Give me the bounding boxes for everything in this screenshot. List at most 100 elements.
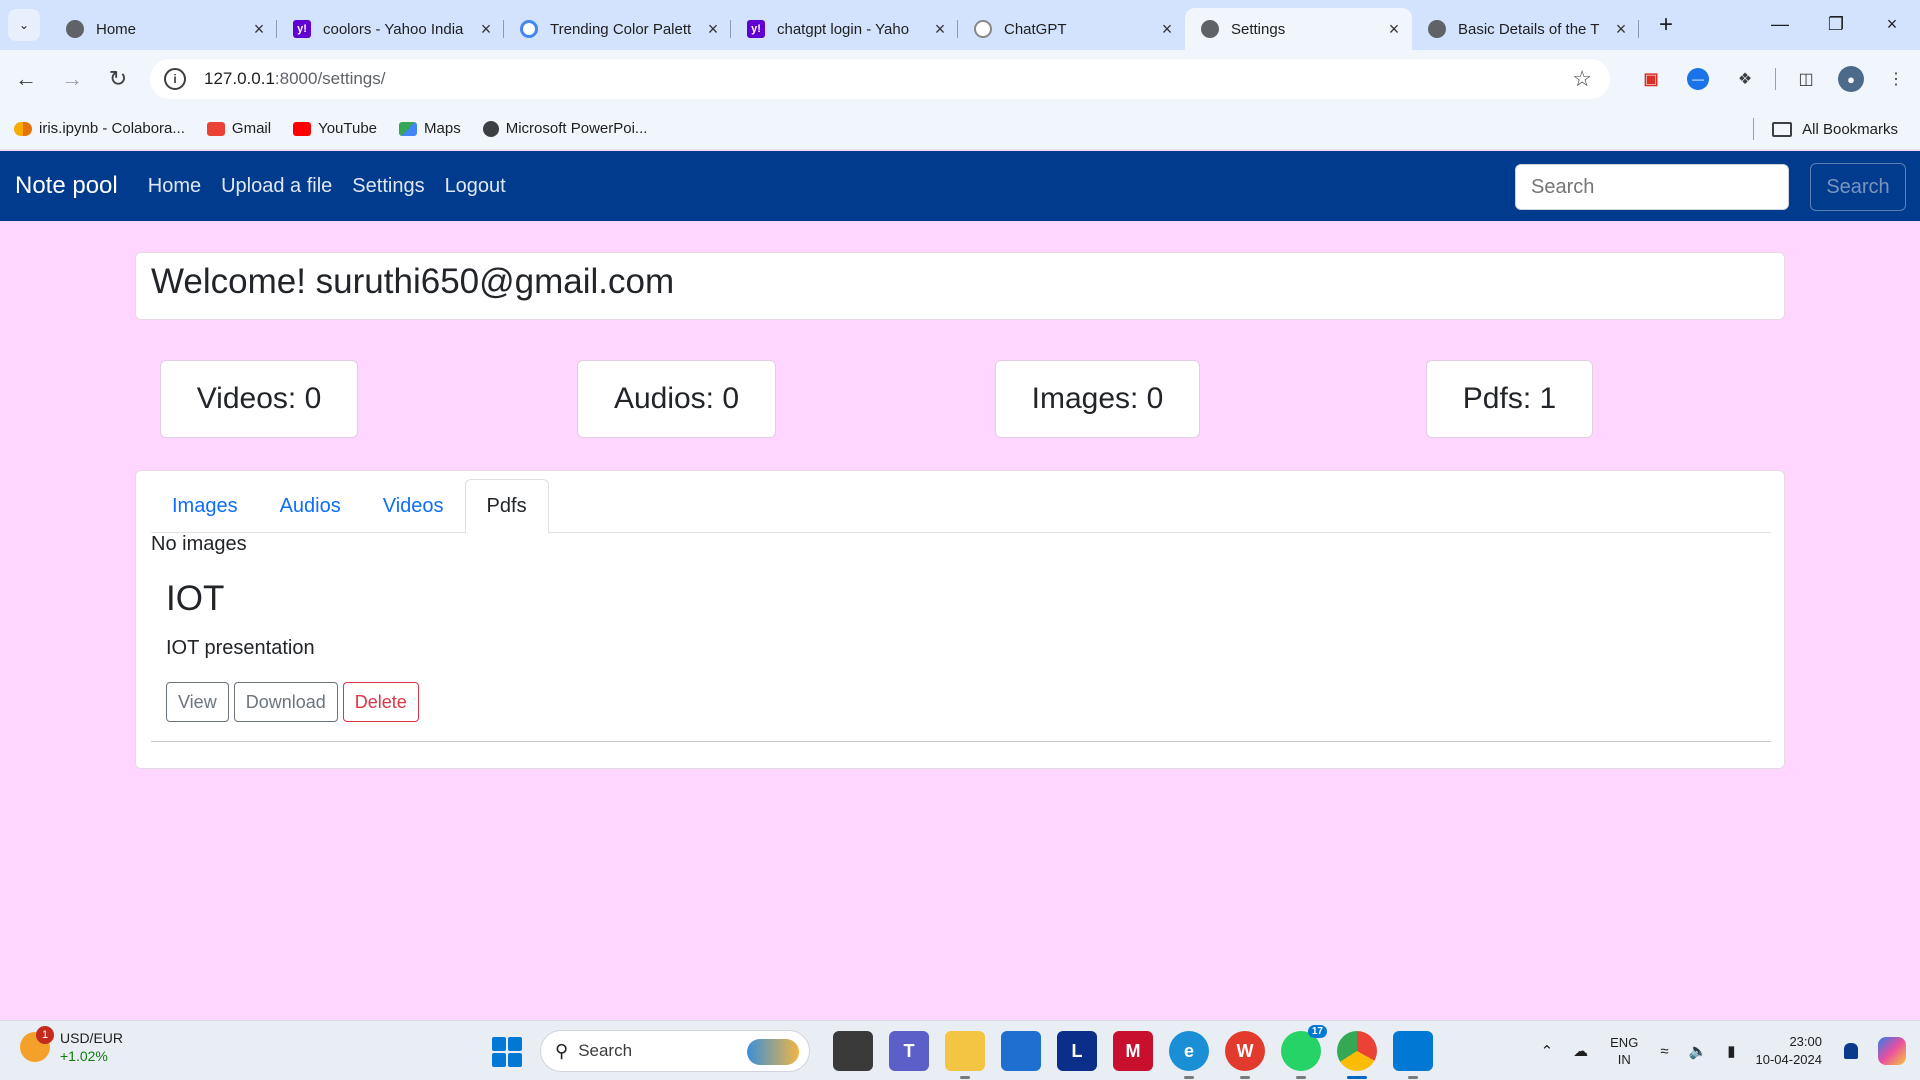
bookmark-colab[interactable]: iris.ipynb - Colabora... (14, 120, 185, 137)
teams-icon[interactable]: T (889, 1031, 929, 1071)
search-button[interactable]: Search (1810, 163, 1906, 211)
new-tab-button[interactable]: + (1651, 0, 1681, 50)
address-bar[interactable]: i 127.0.0.1:8000/settings/ ☆ (150, 59, 1610, 99)
yahoo-icon: y! (293, 20, 311, 38)
file-description: IOT presentation (166, 637, 315, 659)
profile-avatar[interactable]: ● (1838, 66, 1864, 92)
chrome-icon[interactable] (1337, 1031, 1377, 1079)
folder-icon (1772, 121, 1793, 137)
url-text[interactable]: 127.0.0.1:8000/settings/ (204, 69, 385, 89)
tab-title: Basic Details of the T (1458, 20, 1600, 38)
tab-pdfs[interactable]: Pdfs (464, 479, 549, 534)
taskbar-search[interactable]: ⚲ Search (540, 1030, 810, 1072)
reload-icon[interactable]: ↻ (98, 59, 138, 99)
site-info-icon[interactable]: i (164, 68, 186, 90)
copilot-icon[interactable] (1878, 1037, 1906, 1065)
tab-audios[interactable]: Audios (259, 479, 362, 533)
globe-icon (482, 120, 499, 137)
browser-tab-active[interactable]: Settings × (1185, 8, 1412, 50)
notification-bell-icon[interactable] (1844, 1043, 1858, 1059)
bookmark-powerpoint[interactable]: Microsoft PowerPoi... (482, 120, 647, 137)
back-icon[interactable]: ← (6, 59, 46, 99)
puzzle-extensions-icon[interactable]: ❖ (1729, 63, 1761, 95)
welcome-card: Welcome! suruthi650@gmail.com (135, 252, 1785, 320)
coolors-icon (520, 20, 538, 38)
tab-images[interactable]: Images (151, 479, 259, 533)
file-explorer-icon[interactable] (945, 1031, 985, 1079)
pdf-extension-icon[interactable]: ▣ (1635, 63, 1667, 95)
file-actions: View Download Delete (166, 682, 424, 722)
close-icon[interactable]: × (478, 19, 494, 40)
bookmark-gmail[interactable]: Gmail (206, 120, 271, 137)
window-controls: — ❐ × (1752, 0, 1920, 50)
close-icon[interactable]: × (1386, 19, 1402, 40)
nav-link-logout[interactable]: Logout (445, 175, 506, 198)
nav-link-home[interactable]: Home (148, 175, 201, 198)
bookmark-maps[interactable]: Maps (399, 120, 461, 137)
speaker-muted-icon[interactable]: 🔈 (1689, 1042, 1708, 1060)
nav-link-settings[interactable]: Settings (352, 175, 424, 198)
wps-office-icon[interactable]: W (1225, 1031, 1265, 1079)
restore-icon[interactable]: ❐ (1808, 0, 1864, 50)
nav-link-upload[interactable]: Upload a file (221, 175, 332, 198)
market-widget[interactable]: 1 USD/EUR +1.02% (20, 1026, 123, 1065)
delete-button[interactable]: Delete (342, 682, 419, 722)
menu-kebab-icon[interactable]: ⋮ (1880, 63, 1912, 95)
extensions-area: ▣ — ❖ ◫ ● ⋮ (1627, 50, 1920, 108)
download-button[interactable]: Download (233, 682, 338, 722)
bookmarks-bar: iris.ipynb - Colabora... Gmail YouTube M… (0, 108, 1920, 150)
clock[interactable]: 23:00 10-04-2024 (1756, 1033, 1823, 1069)
minimize-icon[interactable]: — (1752, 0, 1808, 50)
forward-icon[interactable]: → (52, 59, 92, 99)
search-highlight-image (747, 1039, 799, 1065)
side-panel-icon[interactable]: ◫ (1790, 63, 1822, 95)
close-icon[interactable]: × (705, 19, 721, 40)
browser-tab[interactable]: y! chatgpt login - Yaho × (731, 8, 958, 50)
task-view-icon[interactable] (833, 1031, 873, 1071)
language-indicator[interactable]: ENG IN (1610, 1034, 1638, 1068)
stat-pdfs: Pdfs: 1 (1426, 360, 1593, 438)
browser-tab[interactable]: Trending Color Palett × (504, 8, 731, 50)
chatgpt-icon (974, 20, 992, 38)
globe-icon (1201, 20, 1219, 38)
wifi-icon[interactable]: ≈ (1660, 1043, 1668, 1060)
whatsapp-icon[interactable]: 17 (1281, 1025, 1327, 1079)
vscode-icon[interactable] (1393, 1031, 1433, 1079)
colab-icon (14, 121, 32, 136)
onedrive-icon[interactable]: ☁ (1573, 1042, 1588, 1060)
mcafee-icon[interactable]: M (1113, 1031, 1153, 1071)
search-icon: ⚲ (555, 1040, 569, 1061)
bookmark-youtube[interactable]: YouTube (293, 120, 377, 137)
stat-audios: Audios: 0 (577, 360, 776, 438)
tab-title: chatgpt login - Yaho (777, 20, 910, 38)
translate-extension-icon[interactable]: — (1687, 68, 1709, 90)
divider (1775, 68, 1776, 90)
browser-tab[interactable]: ChatGPT × (958, 8, 1185, 50)
widgets-icon: 1 (20, 1026, 54, 1062)
close-icon[interactable]: × (1613, 19, 1629, 40)
edge-icon[interactable]: e (1169, 1031, 1209, 1079)
browser-tab[interactable]: Home × (50, 8, 277, 50)
windows-start-icon[interactable] (492, 1037, 522, 1067)
tab-videos[interactable]: Videos (362, 479, 465, 533)
brand-logo[interactable]: Note pool (15, 172, 118, 200)
chevron-up-icon[interactable]: ⌃ (1541, 1042, 1554, 1060)
tab-search-button[interactable]: ⌄ (8, 9, 40, 41)
search-input[interactable] (1515, 164, 1789, 210)
close-icon[interactable]: × (932, 19, 948, 40)
close-icon[interactable]: × (251, 19, 267, 40)
youtube-icon (293, 121, 312, 136)
browser-tab[interactable]: y! coolors - Yahoo India × (277, 8, 504, 50)
bookmark-star-icon[interactable]: ☆ (1572, 66, 1592, 92)
all-bookmarks-button[interactable]: All Bookmarks (1753, 108, 1898, 150)
view-button[interactable]: View (166, 682, 229, 722)
browser-tab[interactable]: Basic Details of the T × (1412, 8, 1639, 50)
l-app-icon[interactable]: L (1057, 1031, 1097, 1071)
browser-tab-strip: ⌄ Home × y! coolors - Yahoo India × Tren… (0, 0, 1920, 50)
close-icon[interactable]: × (1159, 19, 1175, 40)
notification-badge: 1 (36, 1026, 54, 1044)
globe-icon (66, 20, 84, 38)
battery-icon[interactable]: ▮ (1727, 1042, 1735, 1060)
close-window-icon[interactable]: × (1864, 0, 1920, 50)
microsoft-store-icon[interactable] (1001, 1031, 1041, 1071)
